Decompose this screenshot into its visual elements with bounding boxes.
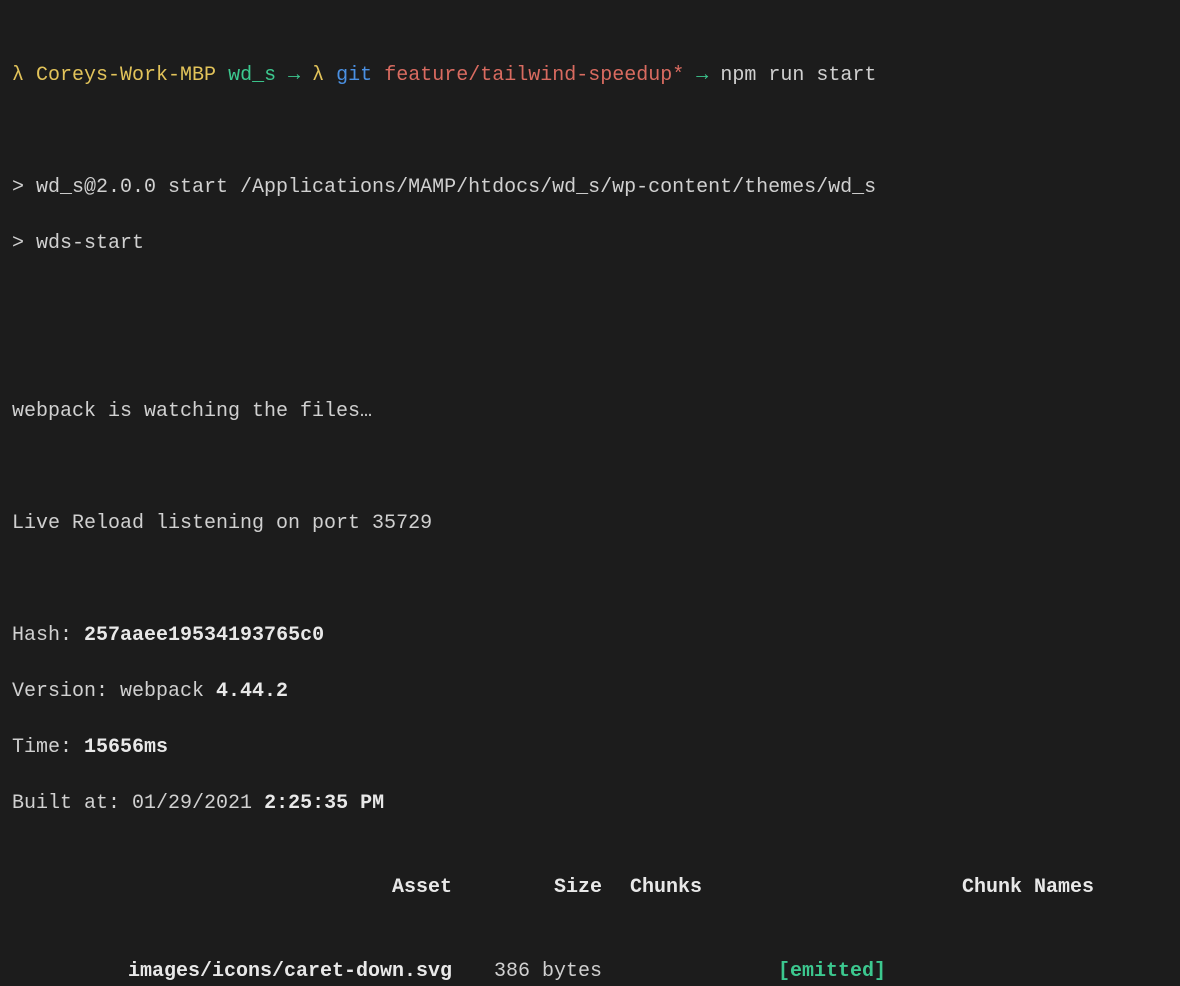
live-reload-status: Live Reload listening on port 35729 (12, 510, 1168, 538)
git-branch: feature/tailwind-speedup* (384, 64, 684, 87)
npm-run-line-1: > wd_s@2.0.0 start /Applications/MAMP/ht… (12, 174, 1168, 202)
version-line: Version: webpack 4.44.2 (12, 678, 1168, 706)
built-line: Built at: 01/29/2021 2:25:35 PM (12, 790, 1168, 818)
command-input[interactable]: npm run start (720, 64, 876, 87)
cwd: wd_s (228, 64, 276, 87)
asset-table-body: images/icons/caret-down.svg386 bytes [emi… (12, 958, 1168, 986)
lambda-symbol: λ (12, 64, 24, 87)
git-label: git (336, 64, 372, 87)
terminal-window[interactable]: λ Coreys-Work-MBP wd_s → λ git feature/t… (0, 0, 1180, 986)
prompt-line: λ Coreys-Work-MBP wd_s → λ git feature/t… (12, 62, 1168, 90)
hash-line: Hash: 257aaee19534193765c0 (12, 622, 1168, 650)
asset-table-header: AssetSizeChunksChunk Names (12, 874, 1168, 902)
asset-size: 386 bytes (452, 958, 602, 986)
webpack-watching: webpack is watching the files… (12, 398, 1168, 426)
hostname: Coreys-Work-MBP (36, 64, 216, 87)
asset-name: images/icons/caret-down.svg (12, 958, 452, 986)
arrow-icon: → (288, 64, 300, 87)
npm-run-line-2: > wds-start (12, 230, 1168, 258)
arrow-icon-2: → (696, 64, 708, 87)
asset-row: images/icons/caret-down.svg386 bytes [emi… (12, 958, 1168, 986)
lambda-symbol-2: λ (312, 64, 324, 87)
asset-status: [emitted] (702, 958, 952, 986)
time-line: Time: 15656ms (12, 734, 1168, 762)
